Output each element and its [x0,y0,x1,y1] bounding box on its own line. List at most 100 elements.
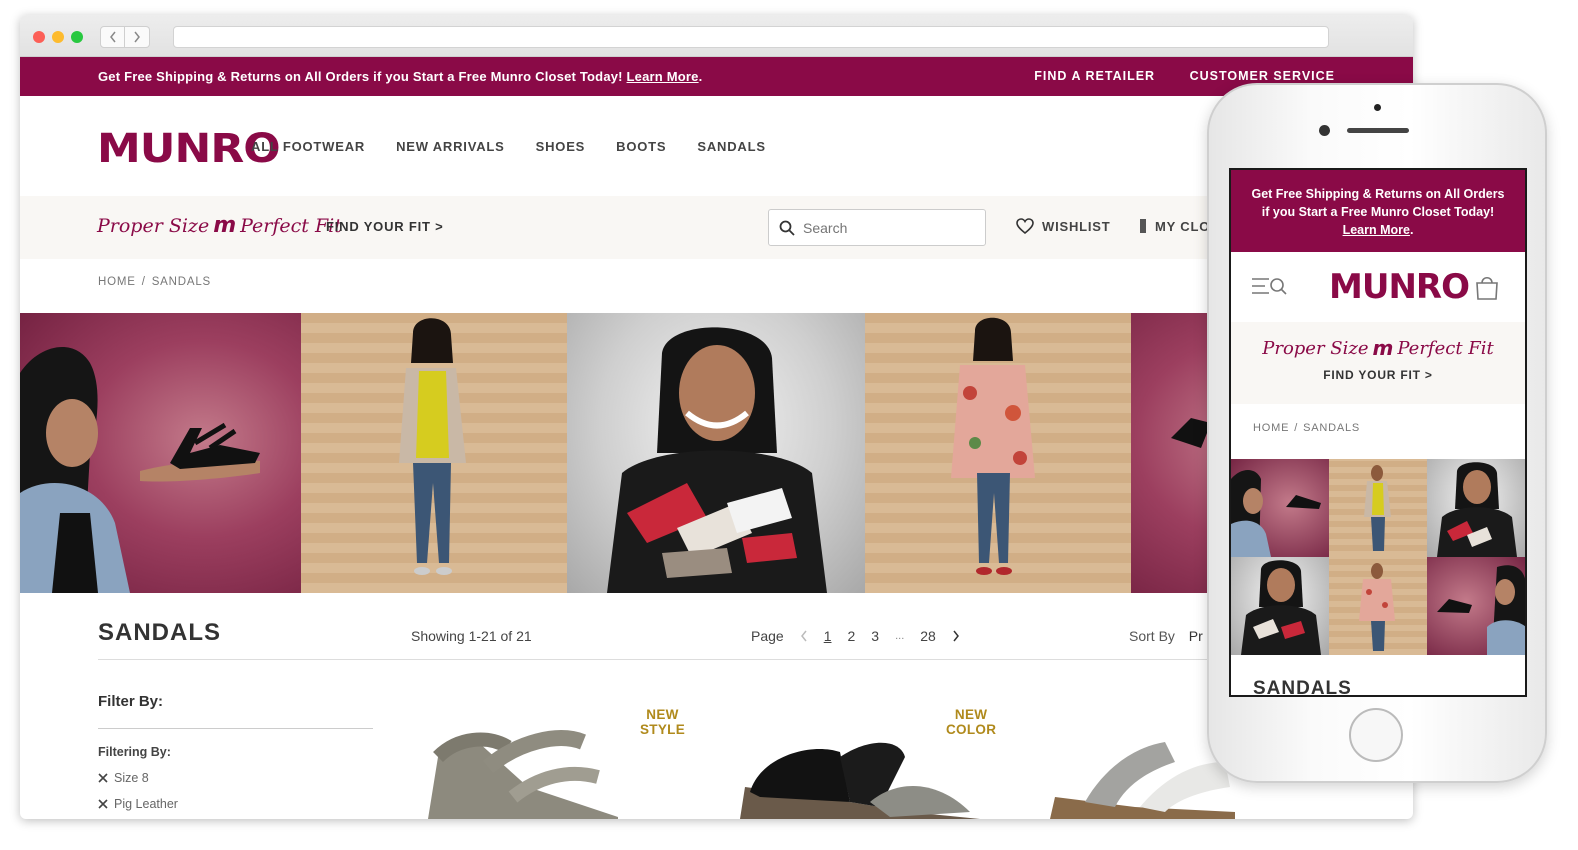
munro-m-mark: m [213,213,237,238]
search-icon [779,220,795,236]
nav-shoes[interactable]: SHOES [536,139,586,154]
mobile-promo-bar: Get Free Shipping & Returns on All Order… [1231,170,1525,252]
promo-period: . [698,69,703,84]
filtering-by-label: Filtering By: [98,745,171,759]
filter-chip-material[interactable]: Pig Leather [98,797,373,811]
close-window-button[interactable] [33,31,45,43]
category-title: SANDALS [98,619,222,646]
hero-photo-3 [567,313,865,593]
browser-toolbar [20,15,1413,57]
front-camera [1374,104,1381,111]
product-image-1[interactable] [418,717,668,819]
closet-icon [1140,219,1146,233]
chevron-right-icon[interactable] [952,630,960,642]
mobile-hero-grid [1231,459,1525,655]
mobile-hero-photo-1 [1231,459,1329,557]
breadcrumb-home[interactable]: HOME [1253,422,1289,434]
chevron-right-icon [134,31,140,43]
proper-size-tagline: Proper Size m Perfect Fit [97,213,342,238]
maximize-window-button[interactable] [71,31,83,43]
proximity-sensor [1319,125,1330,136]
filter-chip-label: Pig Leather [114,797,178,811]
mobile-fit-tagline: Proper Size m Perfect Fit [1231,336,1525,360]
breadcrumb-home[interactable]: HOME [98,276,136,288]
mobile-promo-period: . [1409,223,1414,237]
tagline-proper-size: Proper Size [97,214,210,237]
page-1[interactable]: 1 [824,628,832,644]
close-icon[interactable] [98,773,108,783]
breadcrumb-separator: / [1294,422,1299,434]
chevron-left-icon [109,31,116,43]
page-2[interactable]: 2 [848,628,856,644]
hero-photo-2 [301,313,567,593]
my-closet-label: MY CLO [1155,218,1211,234]
find-your-fit-link[interactable]: FIND YOUR FIT > [326,219,444,234]
my-closet-link[interactable]: MY CLO [1139,218,1210,234]
menu-search-icon[interactable] [1251,276,1287,301]
back-button[interactable] [100,26,125,48]
filter-title: Filter By: [98,693,373,729]
product-image-2[interactable] [730,717,990,819]
home-button[interactable] [1349,708,1403,762]
page-28[interactable]: 28 [920,628,936,644]
nav-all-footwear[interactable]: ALL FOOTWEAR [251,139,365,154]
website-viewport: Get Free Shipping & Returns on All Order… [20,57,1413,819]
promo-text: Get Free Shipping & Returns on All Order… [98,69,623,84]
wishlist-label: WISHLIST [1042,218,1111,234]
mobile-learn-more-link[interactable]: Learn More [1343,223,1410,237]
mobile-fit-bar: Proper Size m Perfect Fit FIND YOUR FIT … [1231,322,1525,404]
sort-by-control[interactable]: Sort By Pr [1129,628,1203,644]
search-input[interactable] [803,219,973,236]
page-label: Page [751,628,784,644]
munro-m-mark: m [1372,336,1394,360]
filter-chip-size[interactable]: Size 8 [98,771,373,785]
filter-chip-label: Size 8 [114,771,149,785]
nav-boots[interactable]: BOOTS [616,139,666,154]
breadcrumb-current: SANDALS [1303,422,1361,434]
shopping-bag-icon[interactable] [1475,274,1499,305]
fit-bar: Proper Size m Perfect Fit FIND YOUR FIT … [20,196,1413,259]
minimize-window-button[interactable] [52,31,64,43]
mobile-hero-photo-6 [1427,557,1525,655]
customer-service-link[interactable]: CUSTOMER SERVICE [1190,69,1335,83]
mobile-munro-logo[interactable]: MUNRO [1329,267,1470,307]
desktop-browser-window: Get Free Shipping & Returns on All Order… [20,15,1413,819]
wishlist-link[interactable]: WISHLIST [1016,218,1111,234]
mobile-find-your-fit-link[interactable]: FIND YOUR FIT > [1231,368,1525,382]
listing-toolbar: SANDALS Showing 1-21 of 21 Page 1 2 3 ..… [98,593,1258,660]
breadcrumb-separator: / [141,276,146,288]
nav-new-arrivals[interactable]: NEW ARRIVALS [396,139,505,154]
hero-banner [20,313,1413,593]
heart-icon [1016,218,1034,234]
promo-message: Get Free Shipping & Returns on All Order… [98,69,702,84]
address-bar[interactable] [173,26,1329,48]
promo-bar: Get Free Shipping & Returns on All Order… [20,57,1413,96]
mobile-phone-mockup: Get Free Shipping & Returns on All Order… [1207,83,1547,783]
mobile-header: MUNRO [1231,252,1525,322]
earpiece-speaker [1347,128,1409,133]
mobile-category-title: SANDALS [1253,678,1352,697]
filter-sidebar: Filter By: Filtering By: Size 8 Pig Leat… [98,693,373,811]
tagline-perfect-fit: Perfect Fit [1397,337,1494,359]
page-ellipsis: ... [895,630,905,642]
forward-button[interactable] [125,26,150,48]
site-header: MUNRO ALL FOOTWEAR NEW ARRIVALS SHOES BO… [20,96,1413,196]
nav-sandals[interactable]: SANDALS [697,139,765,154]
utility-links: FIND A RETAILER CUSTOMER SERVICE [1004,69,1335,83]
history-buttons [100,26,150,48]
breadcrumb-current: SANDALS [151,276,211,288]
mobile-promo-text: Get Free Shipping & Returns on All Order… [1251,187,1505,219]
search-box[interactable] [768,209,986,246]
learn-more-link[interactable]: Learn More [627,69,699,84]
sort-by-label: Sort By [1129,628,1175,644]
chevron-left-icon[interactable] [800,630,808,642]
page-3[interactable]: 3 [871,628,879,644]
mobile-hero-photo-2 [1329,459,1427,557]
mobile-screen: Get Free Shipping & Returns on All Order… [1229,168,1527,697]
hero-photo-1 [20,313,301,593]
mobile-hero-photo-4 [1231,557,1329,655]
breadcrumb: HOME / SANDALS [98,276,211,288]
hero-photo-4 [865,313,1131,593]
find-retailer-link[interactable]: FIND A RETAILER [1034,69,1155,83]
close-icon[interactable] [98,799,108,809]
